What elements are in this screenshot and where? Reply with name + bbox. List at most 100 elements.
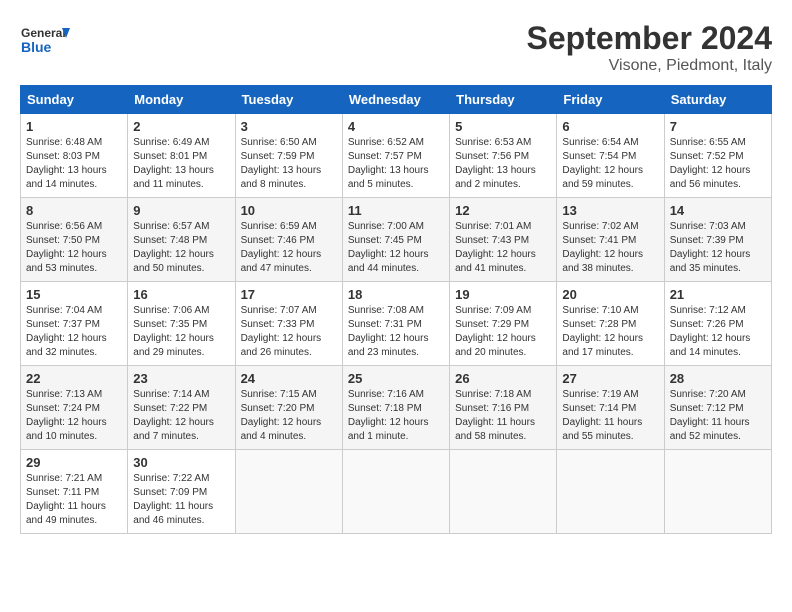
cell-content: Sunrise: 6:54 AMSunset: 7:54 PMDaylight:… [562, 137, 643, 190]
day-number: 9 [133, 203, 229, 218]
weekday-header: Saturday [664, 86, 771, 114]
calendar-cell: 19Sunrise: 7:09 AMSunset: 7:29 PMDayligh… [450, 282, 557, 366]
cell-content: Sunrise: 6:48 AMSunset: 8:03 PMDaylight:… [26, 137, 107, 190]
calendar-cell: 5Sunrise: 6:53 AMSunset: 7:56 PMDaylight… [450, 114, 557, 198]
calendar-cell: 18 Sunrise: 7:08 AMSunset: 7:31 PMDayligh… [342, 282, 449, 366]
day-number: 5 [455, 119, 551, 134]
day-number: 20 [562, 287, 658, 302]
cell-content: Sunrise: 6:59 AMSunset: 7:46 PMDaylight:… [241, 221, 322, 274]
calendar-week-row: 1 Sunrise: 6:48 AMSunset: 8:03 PMDaylight… [21, 114, 772, 198]
day-number: 6 [562, 119, 658, 134]
cell-content: Sunrise: 6:57 AMSunset: 7:48 PMDaylight:… [133, 221, 214, 274]
day-number: 18 [348, 287, 444, 302]
day-number: 1 [26, 119, 122, 134]
day-number: 27 [562, 371, 658, 386]
calendar-cell: 13 Sunrise: 7:02 AMSunset: 7:41 PMDayligh… [557, 198, 664, 282]
cell-content: Sunrise: 7:12 AMSunset: 7:26 PMDaylight:… [670, 305, 751, 358]
weekday-header: Wednesday [342, 86, 449, 114]
calendar-cell: 15Sunrise: 7:04 AMSunset: 7:37 PMDayligh… [21, 282, 128, 366]
month-title: September 2024 [527, 20, 772, 57]
calendar-cell: 22Sunrise: 7:13 AMSunset: 7:24 PMDayligh… [21, 366, 128, 450]
calendar-cell: 29Sunrise: 7:21 AMSunset: 7:11 PMDayligh… [21, 450, 128, 534]
cell-content: Sunrise: 7:00 AMSunset: 7:45 PMDaylight:… [348, 221, 429, 274]
calendar-cell: 24 Sunrise: 7:15 AMSunset: 7:20 PMDayligh… [235, 366, 342, 450]
weekday-header: Thursday [450, 86, 557, 114]
cell-content: Sunrise: 7:02 AMSunset: 7:41 PMDaylight:… [562, 221, 643, 274]
cell-content: Sunrise: 6:49 AMSunset: 8:01 PMDaylight:… [133, 137, 214, 190]
calendar-cell [450, 450, 557, 534]
weekday-header: Tuesday [235, 86, 342, 114]
day-number: 26 [455, 371, 551, 386]
day-number: 2 [133, 119, 229, 134]
cell-content: Sunrise: 7:21 AMSunset: 7:11 PMDaylight:… [26, 473, 106, 526]
calendar-cell: 27 Sunrise: 7:19 AMSunset: 7:14 PMDayligh… [557, 366, 664, 450]
cell-content: Sunrise: 6:50 AMSunset: 7:59 PMDaylight:… [241, 137, 322, 190]
cell-content: Sunrise: 7:08 AMSunset: 7:31 PMDaylight:… [348, 305, 429, 358]
cell-content: Sunrise: 7:16 AMSunset: 7:18 PMDaylight:… [348, 389, 429, 442]
calendar-cell [664, 450, 771, 534]
cell-content: Sunrise: 7:03 AMSunset: 7:39 PMDaylight:… [670, 221, 751, 274]
calendar-cell: 1 Sunrise: 6:48 AMSunset: 8:03 PMDaylight… [21, 114, 128, 198]
day-number: 21 [670, 287, 766, 302]
svg-text:Blue: Blue [21, 39, 52, 55]
weekday-header: Friday [557, 86, 664, 114]
cell-content: Sunrise: 6:55 AMSunset: 7:52 PMDaylight:… [670, 137, 751, 190]
day-number: 15 [26, 287, 122, 302]
day-number: 13 [562, 203, 658, 218]
day-number: 12 [455, 203, 551, 218]
day-number: 4 [348, 119, 444, 134]
calendar-cell [342, 450, 449, 534]
day-number: 7 [670, 119, 766, 134]
calendar-cell: 7 Sunrise: 6:55 AMSunset: 7:52 PMDaylight… [664, 114, 771, 198]
weekday-header-row: SundayMondayTuesdayWednesdayThursdayFrid… [21, 86, 772, 114]
cell-content: Sunrise: 6:52 AMSunset: 7:57 PMDaylight:… [348, 137, 429, 190]
day-number: 17 [241, 287, 337, 302]
calendar-cell: 25Sunrise: 7:16 AMSunset: 7:18 PMDayligh… [342, 366, 449, 450]
calendar-cell: 9 Sunrise: 6:57 AMSunset: 7:48 PMDaylight… [128, 198, 235, 282]
calendar-cell: 11 Sunrise: 7:00 AMSunset: 7:45 PMDayligh… [342, 198, 449, 282]
weekday-header: Sunday [21, 86, 128, 114]
calendar-cell: 17 Sunrise: 7:07 AMSunset: 7:33 PMDayligh… [235, 282, 342, 366]
calendar-cell: 6 Sunrise: 6:54 AMSunset: 7:54 PMDaylight… [557, 114, 664, 198]
calendar-week-row: 8 Sunrise: 6:56 AMSunset: 7:50 PMDaylight… [21, 198, 772, 282]
cell-content: Sunrise: 7:14 AMSunset: 7:22 PMDaylight:… [133, 389, 214, 442]
calendar-cell: 21 Sunrise: 7:12 AMSunset: 7:26 PMDayligh… [664, 282, 771, 366]
cell-content: Sunrise: 6:56 AMSunset: 7:50 PMDaylight:… [26, 221, 107, 274]
cell-content: Sunrise: 7:13 AMSunset: 7:24 PMDaylight:… [26, 389, 107, 442]
day-number: 24 [241, 371, 337, 386]
logo: General Blue [20, 20, 70, 60]
day-number: 30 [133, 455, 229, 470]
day-number: 11 [348, 203, 444, 218]
cell-content: Sunrise: 7:09 AMSunset: 7:29 PMDaylight:… [455, 305, 536, 358]
cell-content: Sunrise: 7:20 AMSunset: 7:12 PMDaylight:… [670, 389, 750, 442]
calendar-cell: 8 Sunrise: 6:56 AMSunset: 7:50 PMDaylight… [21, 198, 128, 282]
calendar-cell: 2 Sunrise: 6:49 AMSunset: 8:01 PMDaylight… [128, 114, 235, 198]
cell-content: Sunrise: 7:15 AMSunset: 7:20 PMDaylight:… [241, 389, 322, 442]
cell-content: Sunrise: 7:06 AMSunset: 7:35 PMDaylight:… [133, 305, 214, 358]
title-block: September 2024 Visone, Piedmont, Italy [527, 20, 772, 75]
cell-content: Sunrise: 7:01 AMSunset: 7:43 PMDaylight:… [455, 221, 536, 274]
day-number: 10 [241, 203, 337, 218]
cell-content: Sunrise: 7:19 AMSunset: 7:14 PMDaylight:… [562, 389, 642, 442]
calendar-week-row: 22Sunrise: 7:13 AMSunset: 7:24 PMDayligh… [21, 366, 772, 450]
calendar-week-row: 29Sunrise: 7:21 AMSunset: 7:11 PMDayligh… [21, 450, 772, 534]
svg-text:General: General [21, 26, 66, 40]
cell-content: Sunrise: 7:22 AMSunset: 7:09 PMDaylight:… [133, 473, 213, 526]
cell-content: Sunrise: 7:10 AMSunset: 7:28 PMDaylight:… [562, 305, 643, 358]
calendar-cell: 16Sunrise: 7:06 AMSunset: 7:35 PMDayligh… [128, 282, 235, 366]
calendar-cell: 23Sunrise: 7:14 AMSunset: 7:22 PMDayligh… [128, 366, 235, 450]
calendar-cell: 3 Sunrise: 6:50 AMSunset: 7:59 PMDaylight… [235, 114, 342, 198]
calendar-cell: 26 Sunrise: 7:18 AMSunset: 7:16 PMDayligh… [450, 366, 557, 450]
day-number: 8 [26, 203, 122, 218]
calendar-cell: 20 Sunrise: 7:10 AMSunset: 7:28 PMDayligh… [557, 282, 664, 366]
calendar-cell: 12 Sunrise: 7:01 AMSunset: 7:43 PMDayligh… [450, 198, 557, 282]
calendar-cell [557, 450, 664, 534]
logo-svg: General Blue [20, 20, 70, 60]
cell-content: Sunrise: 7:07 AMSunset: 7:33 PMDaylight:… [241, 305, 322, 358]
weekday-header: Monday [128, 86, 235, 114]
calendar-cell: 30 Sunrise: 7:22 AMSunset: 7:09 PMDayligh… [128, 450, 235, 534]
cell-content: Sunrise: 7:18 AMSunset: 7:16 PMDaylight:… [455, 389, 535, 442]
day-number: 3 [241, 119, 337, 134]
calendar-table: SundayMondayTuesdayWednesdayThursdayFrid… [20, 85, 772, 534]
day-number: 28 [670, 371, 766, 386]
